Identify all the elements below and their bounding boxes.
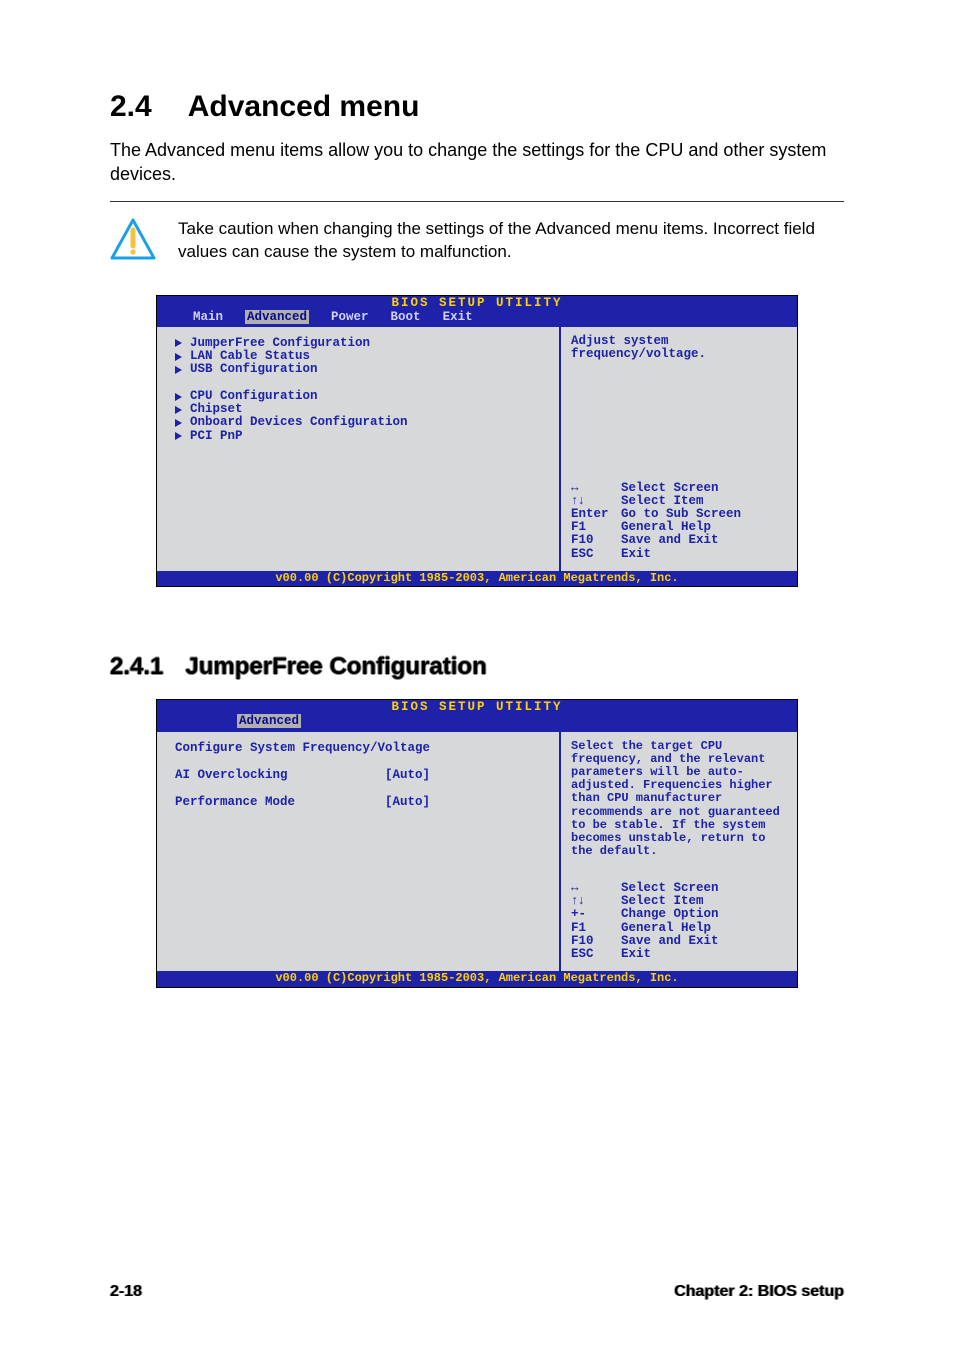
menu-item[interactable]: PCI PnP [175,430,549,443]
bios-menubar: Advanced [157,714,797,730]
tab-main[interactable]: Main [193,310,223,324]
option-value: [Auto] [385,796,430,809]
tab-boot[interactable]: Boot [391,310,421,324]
chapter-title: Chapter 2: BIOS setup [674,1283,844,1301]
bios-copyright: v00.00 (C)Copyright 1985-2003, American … [157,571,797,587]
bios-pane-header: Configure System Frequency/Voltage [175,742,549,755]
tab-advanced[interactable]: Advanced [237,714,301,728]
submenu-arrow-icon [175,419,182,427]
menu-item-label: JumperFree Configuration [190,337,370,350]
bios-body: Configure System Frequency/Voltage AI Ov… [157,731,797,971]
bios-screenshot-advanced: BIOS SETUP UTILITY Main Advanced Power Boot… [156,295,798,588]
bios-help-pane: Adjust system frequency/voltage. ↔Select… [559,327,797,571]
bios-copyright: v00.00 (C)Copyright 1985-2003, American … [157,971,797,987]
submenu-arrow-icon [175,393,182,401]
subsection-number: 2.4.1 [110,653,163,680]
bios-key-legend: ↔Select Screen ↑↓Select Item EnterGo to … [571,482,789,561]
submenu-arrow-icon [175,353,182,361]
bios-menu-list: JumperFree Configuration LAN Cable Statu… [157,327,559,571]
menu-item[interactable]: Onboard Devices Configuration [175,416,549,429]
bios-title: BIOS SETUP UTILITY [157,296,797,310]
key-desc: Save and Exit [621,534,719,547]
menu-item[interactable]: JumperFree Configuration [175,337,549,350]
bios-title: BIOS SETUP UTILITY [157,700,797,714]
tab-power[interactable]: Power [331,310,369,324]
key: ESC [571,548,621,561]
key: F10 [571,534,621,547]
key-desc: General Help [621,922,711,935]
section-title-text: Advanced menu [188,90,420,123]
page-footer: 2-18 Chapter 2: BIOS setup [110,1277,844,1301]
section-intro: The Advanced menu items allow you to cha… [110,138,844,187]
key: F1 [571,922,621,935]
bios-body: JumperFree Configuration LAN Cable Statu… [157,326,797,571]
section-heading: 2.4 Advanced menu [110,90,844,124]
page: 2.4 Advanced menu The Advanced menu items… [0,0,954,1351]
key: ESC [571,948,621,961]
divider [110,201,844,202]
tab-advanced[interactable]: Advanced [245,310,309,324]
menu-item-label: PCI PnP [190,430,243,443]
menu-item-label: USB Configuration [190,363,318,376]
bios-option-row[interactable]: AI Overclocking [Auto] [175,769,549,782]
key: F10 [571,935,621,948]
option-label: Performance Mode [175,796,385,809]
submenu-arrow-icon [175,406,182,414]
bios-menubar: Main Advanced Power Boot Exit [157,310,797,326]
bios-help-text: Select the target CPU frequency, and the… [571,740,789,859]
subsection-heading: 2.4.1 JumperFree Configuration [110,653,844,681]
option-label: AI Overclocking [175,769,385,782]
option-value: [Auto] [385,769,430,782]
submenu-arrow-icon [175,339,182,347]
bios-help-pane: Select the target CPU frequency, and the… [559,732,797,971]
caution-text: Take caution when changing the settings … [178,218,844,264]
key: +- [571,908,621,921]
tab-exit[interactable]: Exit [443,310,473,324]
caution-callout: Take caution when changing the settings … [110,218,844,265]
key-desc: Exit [621,948,651,961]
bios-options-pane: Configure System Frequency/Voltage AI Ov… [157,732,559,971]
subsection-title-text: JumperFree Configuration [185,653,486,680]
bios-option-row[interactable]: Performance Mode [Auto] [175,796,549,809]
caution-icon [110,218,156,265]
bios-screenshot-jumperfree: BIOS SETUP UTILITY Advanced Configure Sy… [156,699,798,987]
menu-item-label: Onboard Devices Configuration [190,416,408,429]
submenu-arrow-icon [175,366,182,374]
bios-key-legend: ↔Select Screen ↑↓Select Item +-Change Op… [571,882,789,961]
key-desc: Change Option [621,908,719,921]
key-desc: Exit [621,548,651,561]
section-number: 2.4 [110,90,152,123]
menu-item[interactable]: USB Configuration [175,363,549,376]
bios-help-text: Adjust system frequency/voltage. [571,335,789,361]
page-number: 2-18 [110,1283,142,1301]
key-desc: Save and Exit [621,935,719,948]
submenu-arrow-icon [175,432,182,440]
